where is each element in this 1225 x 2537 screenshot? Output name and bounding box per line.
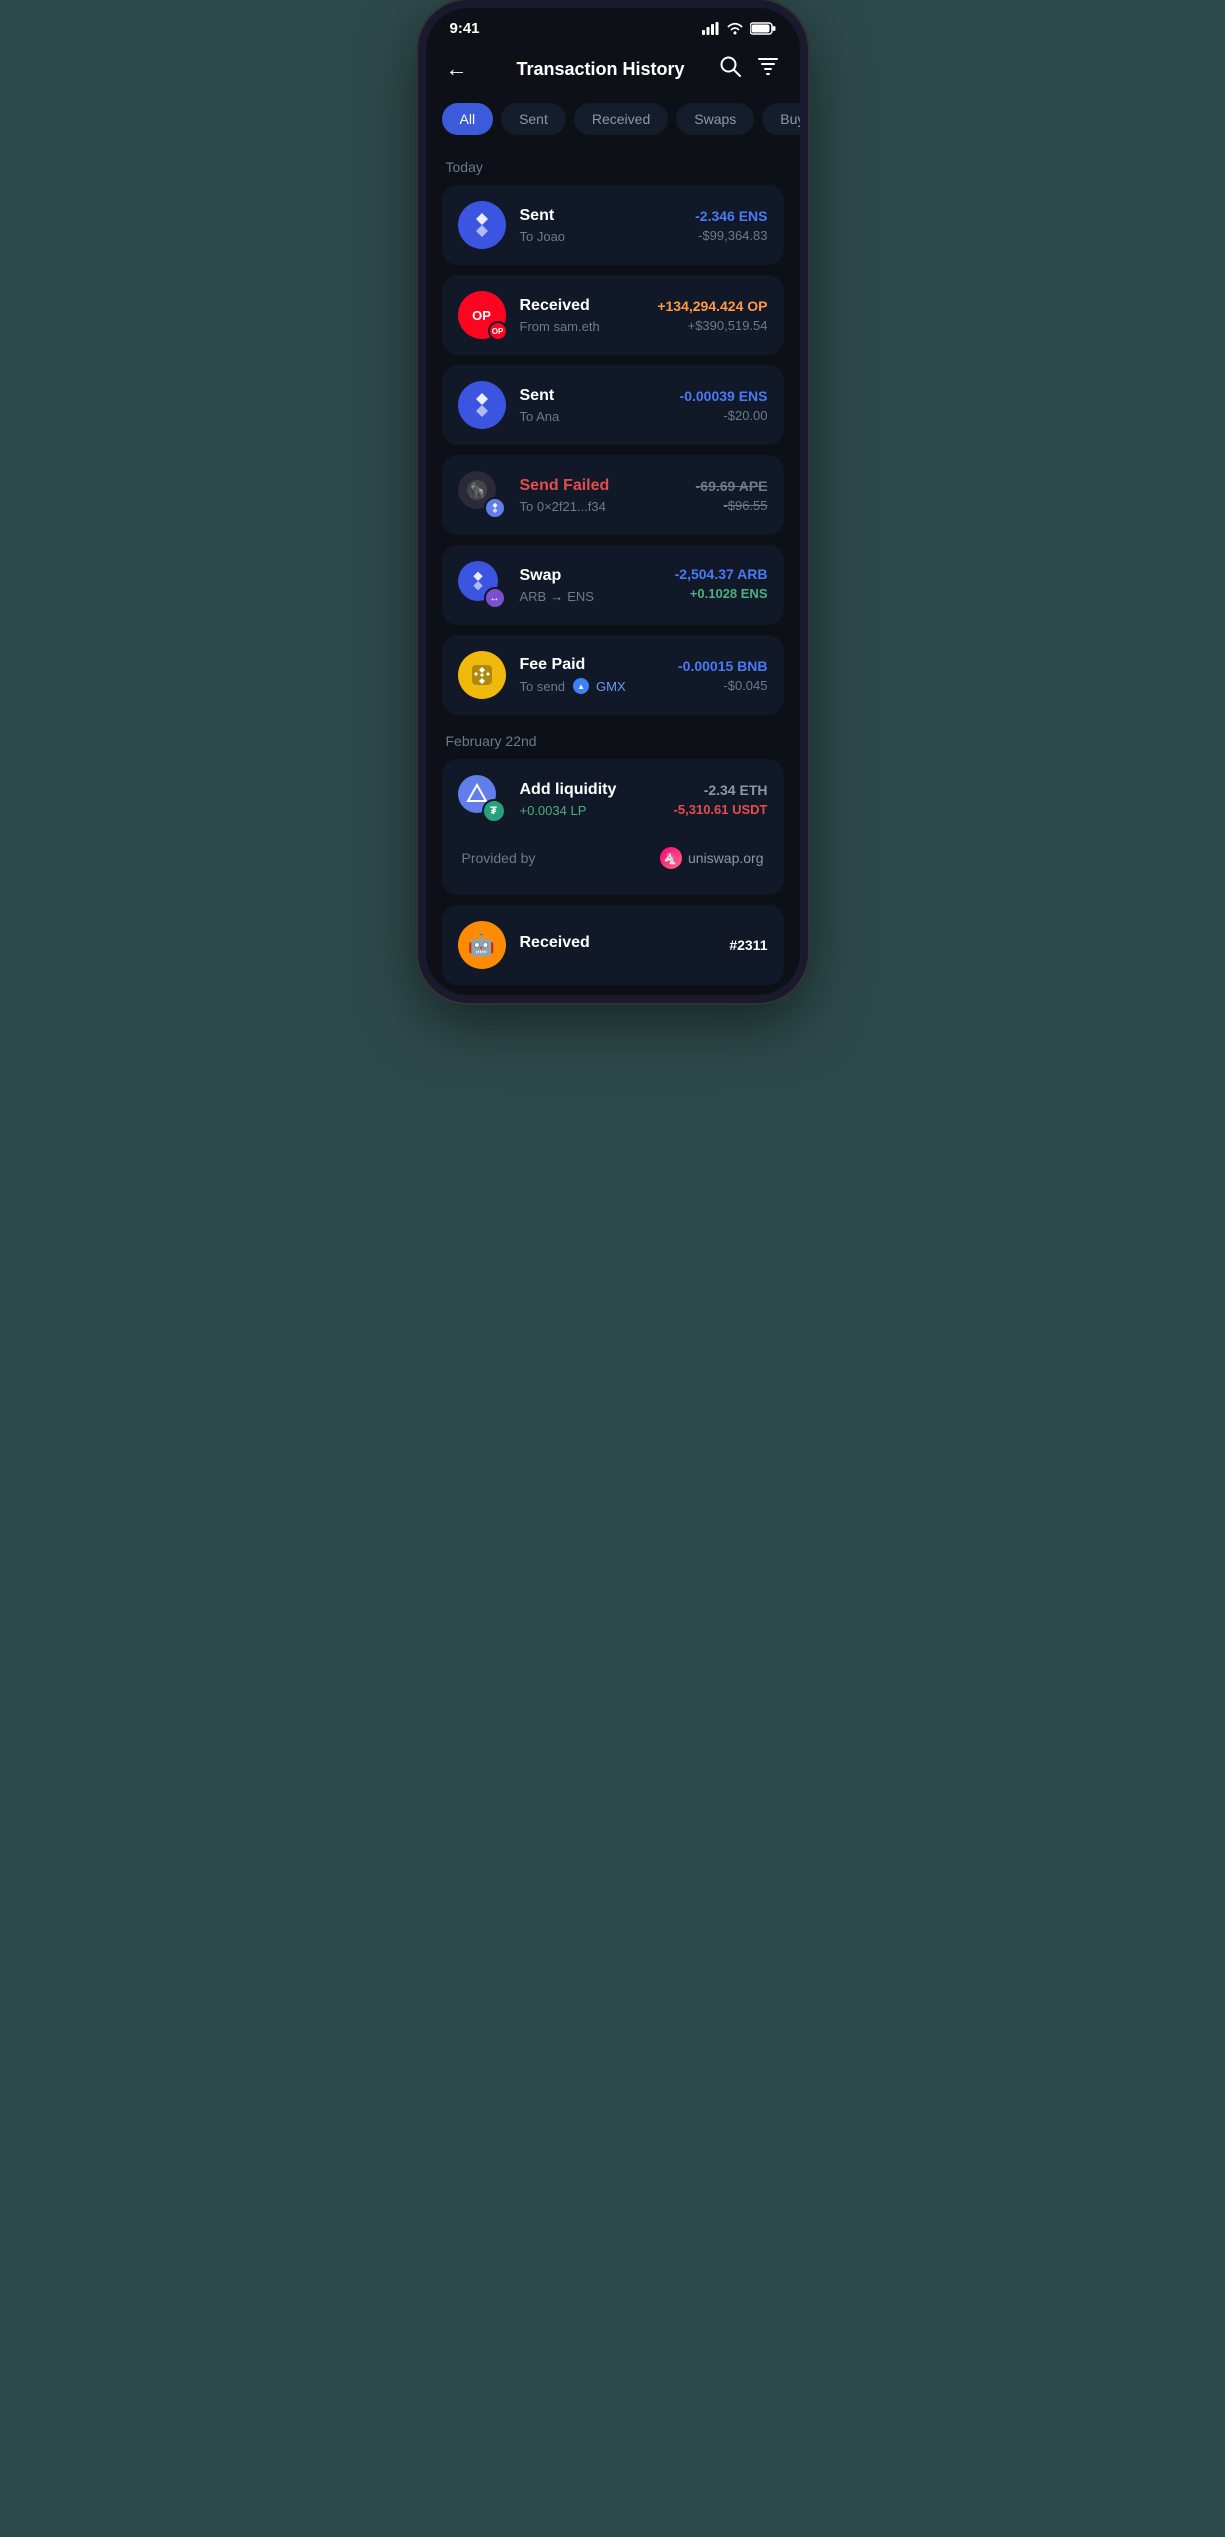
tx-amount-primary: -2.346 ENS — [695, 208, 767, 224]
tx-amount-secondary: +$390,519.54 — [657, 318, 767, 333]
battery-icon — [750, 22, 776, 35]
tx-amounts: -0.00015 BNB -$0.045 — [678, 658, 768, 693]
tx-title: Fee Paid — [520, 656, 665, 674]
token-icon-bnb — [458, 651, 506, 699]
tx-subtitle: From sam.eth — [520, 319, 644, 334]
tx-info: Sent To Joao — [520, 207, 682, 244]
time-display: 9:41 — [450, 20, 480, 37]
swap-to: ENS — [567, 589, 594, 604]
transaction-item[interactable]: ₮ Add liquidity +0.0034 LP -2.34 ETH -5,… — [442, 759, 784, 895]
tx-title: Received — [520, 297, 644, 315]
gmx-token: GMX — [596, 679, 626, 694]
uniswap-icon: 🦄 — [660, 847, 682, 869]
filter-button[interactable] — [757, 55, 779, 83]
tx-amount-eth: -2.34 ETH — [674, 782, 768, 798]
tx-subtitle: To Ana — [520, 409, 666, 424]
header: ← Transaction History — [426, 43, 800, 99]
gmx-icon: ▲ — [573, 678, 589, 694]
tx-amounts: +134,294.424 OP +$390,519.54 — [657, 298, 767, 333]
tx-info: Add liquidity +0.0034 LP — [520, 781, 660, 818]
tx-amount-primary: -2,504.37 ARB — [675, 566, 768, 582]
svg-text:🦍: 🦍 — [468, 482, 485, 499]
tx-title-failed: Send Failed — [520, 477, 682, 495]
filter-tabs: All Sent Received Swaps Buy Se… — [426, 99, 800, 151]
token-icon-ens — [458, 381, 506, 429]
transaction-item[interactable]: 🤖 Received #2311 — [442, 905, 784, 985]
transaction-item[interactable]: Fee Paid To send ▲ GMX -0.00015 BNB -$0.… — [442, 635, 784, 715]
tx-subtitle: To 0×2f21...f34 — [520, 499, 682, 514]
status-icons — [702, 22, 776, 35]
token-icon-swap: ↔ — [458, 561, 506, 609]
page-title: Transaction History — [516, 59, 684, 80]
tx-amount-secondary: -$96.55 — [696, 498, 768, 513]
tx-info: Swap ARB → ENS — [520, 567, 661, 604]
signal-icon — [702, 22, 720, 35]
date-label-feb22: February 22nd — [442, 725, 784, 759]
tab-buy[interactable]: Buy — [762, 103, 799, 135]
phone-frame: 9:41 ← Tra — [418, 0, 808, 1003]
tx-amounts: -69.69 APE -$96.55 — [696, 478, 768, 513]
notch — [553, 8, 673, 36]
tx-title: Received — [520, 934, 716, 952]
tx-amounts: -2,504.37 ARB +0.1028 ENS — [675, 566, 768, 605]
tx-amount-usdt: -5,310.61 USDT — [674, 802, 768, 817]
tx-info: Fee Paid To send ▲ GMX — [520, 656, 665, 694]
transaction-item[interactable]: ↔ Swap ARB → ENS -2,504.37 ARB +0.1028 E… — [442, 545, 784, 625]
transaction-item[interactable]: 🦍 Send Failed To 0×2f21...f34 -69.69 APE… — [442, 455, 784, 535]
tx-amount-primary: -0.00015 BNB — [678, 658, 768, 674]
tx-amount-primary: #2311 — [729, 937, 767, 953]
tx-subtitle: +0.0034 LP — [520, 803, 660, 818]
back-button[interactable]: ← — [446, 56, 482, 82]
tx-info: Received From sam.eth — [520, 297, 644, 334]
provided-by-label: Provided by — [462, 850, 536, 866]
tx-amounts: -2.34 ETH -5,310.61 USDT — [674, 782, 768, 817]
tx-amount-primary: -0.00039 ENS — [680, 388, 768, 404]
transaction-item[interactable]: Sent To Ana -0.00039 ENS -$20.00 — [442, 365, 784, 445]
tx-subtitle: To send ▲ GMX — [520, 678, 665, 694]
provider-link[interactable]: 🦄 uniswap.org — [660, 847, 764, 869]
tx-info: Send Failed To 0×2f21...f34 — [520, 477, 682, 514]
tab-all[interactable]: All — [442, 103, 494, 135]
tx-amount-secondary: -$99,364.83 — [695, 228, 767, 243]
tx-amounts: -0.00039 ENS -$20.00 — [680, 388, 768, 423]
swap-arrow: → — [550, 589, 563, 604]
transaction-item[interactable]: Sent To Joao -2.346 ENS -$99,364.83 — [442, 185, 784, 265]
wifi-icon — [726, 22, 744, 35]
tx-amount-secondary: -$20.00 — [680, 408, 768, 423]
tx-amount-secondary: +0.1028 ENS — [675, 586, 768, 601]
op-badge: OP — [488, 321, 508, 341]
provider-name: uniswap.org — [688, 850, 764, 866]
tx-amount-primary: +134,294.424 OP — [657, 298, 767, 314]
token-icon-op: OP OP — [458, 291, 506, 339]
tx-title: Add liquidity — [520, 781, 660, 799]
tx-title: Swap — [520, 567, 661, 585]
tx-amount-primary: -69.69 APE — [696, 478, 768, 494]
provided-by-row: Provided by 🦄 uniswap.org — [458, 837, 768, 879]
tx-amounts: #2311 — [729, 937, 767, 953]
tx-info: Sent To Ana — [520, 387, 666, 424]
transaction-item[interactable]: OP OP Received From sam.eth +134,294.424… — [442, 275, 784, 355]
tx-subtitle: ARB → ENS — [520, 589, 661, 604]
swap-from: ARB — [520, 589, 547, 604]
tab-received[interactable]: Received — [574, 103, 668, 135]
token-icon-liquidity: ₮ — [458, 775, 506, 823]
token-icon-ens — [458, 201, 506, 249]
tab-sent[interactable]: Sent — [501, 103, 566, 135]
tx-info: Received — [520, 934, 716, 956]
token-icon-nft: 🤖 — [458, 921, 506, 969]
tx-amount-secondary: -$0.045 — [678, 678, 768, 693]
fee-label: To send — [520, 679, 566, 694]
search-button[interactable] — [719, 55, 741, 83]
header-actions — [719, 55, 779, 83]
date-label-today: Today — [442, 151, 784, 185]
tx-subtitle: To Joao — [520, 229, 682, 244]
tab-swaps[interactable]: Swaps — [676, 103, 754, 135]
transaction-list: Today Sent To Joao -2.346 ENS -$99,364.8… — [426, 151, 800, 985]
token-icon-ape: 🦍 — [458, 471, 506, 519]
tx-title: Sent — [520, 387, 666, 405]
tx-title: Sent — [520, 207, 682, 225]
tx-amounts: -2.346 ENS -$99,364.83 — [695, 208, 767, 243]
